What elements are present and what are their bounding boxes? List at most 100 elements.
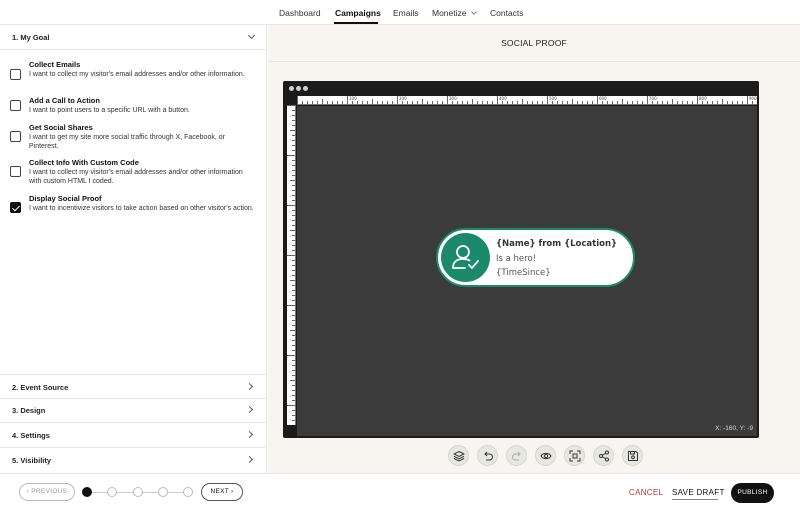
ruler-label: 200 bbox=[399, 96, 407, 101]
ruler-tick bbox=[602, 101, 603, 104]
ruler-tick bbox=[457, 101, 458, 104]
goal-description: I want to point users to a specific URL … bbox=[29, 107, 190, 114]
ruler-tick bbox=[737, 101, 738, 104]
section-settings-header[interactable]: 4. Settings bbox=[0, 423, 267, 448]
window-dot bbox=[289, 86, 294, 91]
popup-time-placeholder: {TimeSince} bbox=[496, 268, 551, 278]
redo-button[interactable] bbox=[506, 445, 527, 466]
preview-button[interactable] bbox=[535, 445, 556, 466]
ruler-tick bbox=[292, 160, 295, 161]
share-button[interactable] bbox=[593, 445, 614, 466]
fit-screen-icon bbox=[569, 450, 581, 462]
ruler-tick bbox=[292, 325, 295, 326]
layers-button[interactable] bbox=[448, 445, 469, 466]
ruler-tick bbox=[292, 310, 295, 311]
section-visibility-header[interactable]: 5. Visibility bbox=[0, 448, 267, 473]
ruler-tick bbox=[427, 101, 428, 104]
ruler-tick bbox=[402, 101, 403, 104]
ruler-tick bbox=[290, 130, 295, 131]
nav-monetize[interactable]: Monetize bbox=[432, 8, 477, 18]
step-4[interactable] bbox=[158, 487, 168, 497]
ruler-tick bbox=[492, 101, 493, 104]
save-draft-button[interactable]: SAVE DRAFT bbox=[672, 488, 725, 497]
ruler-tick bbox=[597, 96, 598, 104]
nav-campaigns[interactable]: Campaigns bbox=[335, 8, 381, 18]
section-title: 2. Event Source bbox=[12, 383, 69, 392]
step-5[interactable] bbox=[183, 487, 193, 497]
ruler-tick bbox=[647, 96, 648, 104]
section-event-source-header[interactable]: 2. Event Source bbox=[0, 374, 267, 399]
ruler-tick bbox=[582, 101, 583, 104]
ruler-tick bbox=[292, 290, 295, 291]
ruler-tick bbox=[592, 101, 593, 104]
ruler-tick bbox=[362, 101, 363, 104]
goal-checkbox[interactable] bbox=[10, 100, 21, 111]
ruler-tick bbox=[642, 101, 643, 104]
ruler-tick bbox=[292, 215, 295, 216]
ruler-tick bbox=[292, 175, 295, 176]
ruler-tick bbox=[752, 101, 753, 104]
goal-checkbox[interactable] bbox=[10, 69, 21, 80]
ruler-tick bbox=[292, 220, 295, 221]
ruler-tick bbox=[327, 101, 328, 104]
ruler-tick bbox=[422, 99, 423, 104]
publish-button[interactable]: PUBLISH bbox=[731, 483, 774, 503]
ruler-label: 300 bbox=[449, 96, 457, 101]
step-2[interactable] bbox=[107, 487, 117, 497]
previous-button[interactable]: ‹ PREVIOUS bbox=[19, 483, 75, 501]
ruler-tick bbox=[292, 370, 295, 371]
step-3[interactable] bbox=[133, 487, 143, 497]
ruler-tick bbox=[287, 105, 295, 106]
ruler-tick bbox=[682, 101, 683, 104]
ruler-tick bbox=[562, 101, 563, 104]
ruler-tick bbox=[507, 101, 508, 104]
save-button[interactable] bbox=[622, 445, 643, 466]
nav-monetize-label: Monetize bbox=[432, 8, 467, 18]
step-1[interactable] bbox=[82, 487, 92, 497]
ruler-tick bbox=[292, 200, 295, 201]
section-design-header[interactable]: 3. Design bbox=[0, 398, 267, 423]
ruler-tick bbox=[292, 145, 295, 146]
ruler-tick bbox=[292, 275, 295, 276]
ruler-tick bbox=[497, 96, 498, 104]
nav-emails[interactable]: Emails bbox=[393, 8, 419, 18]
chevron-right-icon bbox=[245, 382, 254, 391]
ruler-label: 900 bbox=[749, 96, 757, 101]
ruler-tick bbox=[292, 385, 295, 386]
ruler-tick bbox=[667, 101, 668, 104]
goal-checkbox-checked[interactable] bbox=[10, 202, 21, 213]
ruler-tick bbox=[727, 101, 728, 104]
ruler-tick bbox=[632, 101, 633, 104]
ruler-tick bbox=[290, 180, 295, 181]
nav-contacts[interactable]: Contacts bbox=[490, 8, 524, 18]
ruler-tick bbox=[397, 96, 398, 104]
cancel-button[interactable]: CANCEL bbox=[629, 488, 663, 497]
ruler-tick bbox=[482, 101, 483, 104]
ruler-tick bbox=[732, 101, 733, 104]
ruler-tick bbox=[292, 295, 295, 296]
ruler-tick bbox=[712, 101, 713, 104]
ruler-tick bbox=[567, 101, 568, 104]
design-canvas[interactable]: {Name} from {Location} Is a hero! {TimeS… bbox=[297, 106, 757, 436]
ruler-tick bbox=[747, 96, 748, 104]
chevron-right-icon bbox=[245, 405, 254, 414]
ruler-tick bbox=[292, 415, 295, 416]
redo-icon bbox=[512, 451, 521, 461]
ruler-tick bbox=[692, 101, 693, 104]
ruler-tick bbox=[287, 155, 295, 156]
social-proof-popup[interactable]: {Name} from {Location} Is a hero! {TimeS… bbox=[436, 228, 635, 287]
ruler-tick bbox=[292, 265, 295, 266]
undo-button[interactable] bbox=[477, 445, 498, 466]
ruler-tick bbox=[342, 101, 343, 104]
nav-dashboard[interactable]: Dashboard bbox=[279, 8, 321, 18]
section-my-goal-header[interactable]: 1. My Goal bbox=[0, 25, 267, 50]
goal-checkbox[interactable] bbox=[10, 131, 21, 142]
goal-checkbox[interactable] bbox=[10, 166, 21, 177]
ruler-tick bbox=[622, 99, 623, 104]
save-icon bbox=[628, 451, 638, 461]
ruler-tick bbox=[407, 101, 408, 104]
goal-title: Get Social Shares bbox=[29, 123, 93, 132]
next-button[interactable]: NEXT › bbox=[201, 483, 243, 501]
preview-window: 100 200 300 400 500 600 700 800 900 {Name} from … bbox=[283, 81, 759, 438]
fit-screen-button[interactable] bbox=[564, 445, 585, 466]
